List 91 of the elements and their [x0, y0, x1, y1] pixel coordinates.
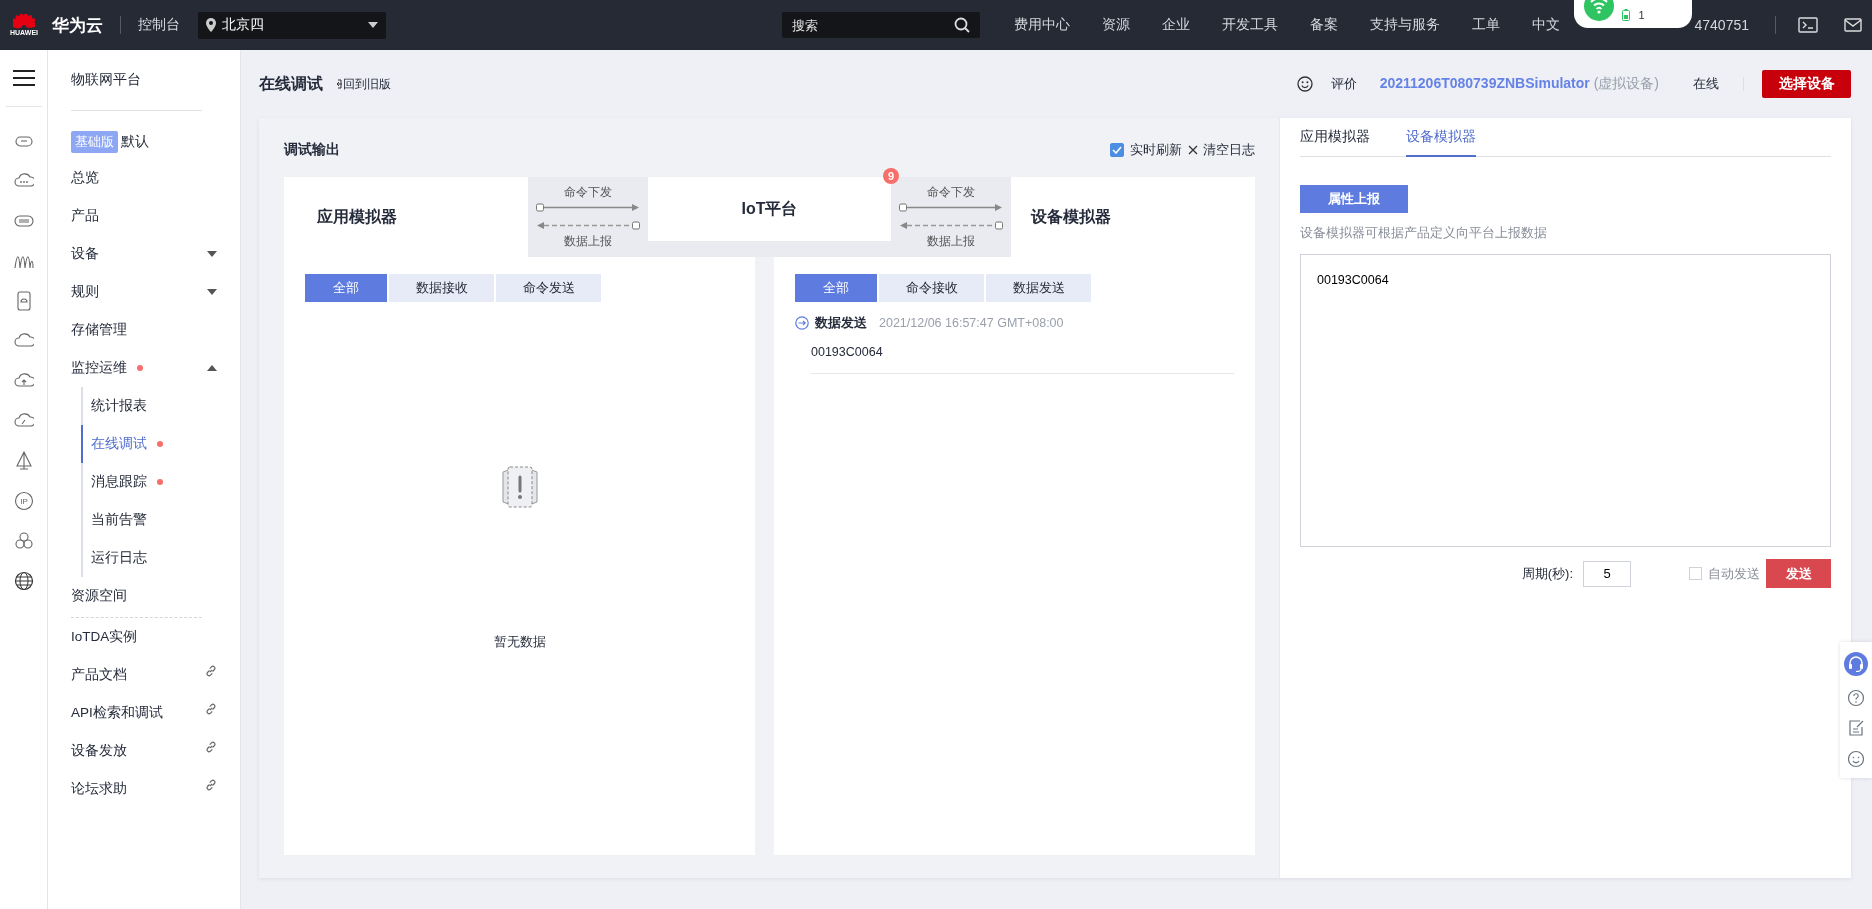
filter-tab[interactable]: 命令发送 [496, 274, 601, 302]
rating-link[interactable]: 评价 [1330, 75, 1357, 93]
nav-subitem[interactable]: 运行日志 [81, 539, 147, 577]
link-icon [205, 779, 217, 791]
nav-item[interactable]: API检索和调试 [71, 694, 240, 732]
battery-icon [1622, 9, 1631, 21]
menu-icon[interactable] [12, 69, 35, 87]
message-type: 数据发送 [815, 314, 867, 332]
select-device-button[interactable]: 选择设备 [1762, 70, 1851, 98]
app-simulator-label: 应用模拟器 [317, 206, 397, 227]
location-pin-icon [206, 18, 216, 32]
caret-icon [368, 22, 378, 28]
nav-subitem[interactable]: 当前告警 [81, 501, 147, 539]
smile-icon[interactable] [1847, 749, 1865, 768]
circles-icon[interactable] [13, 531, 34, 551]
filter-tab[interactable]: 数据接收 [389, 274, 494, 302]
platform-label: IoT平台 [741, 198, 798, 219]
console-link[interactable]: 控制台 [138, 16, 180, 34]
section-title: 调试输出 [284, 140, 340, 159]
link-icon [205, 703, 217, 715]
nav-link[interactable]: 开发工具 [1222, 16, 1279, 34]
nav-link[interactable]: 备案 [1310, 16, 1339, 34]
message-body: 00193C0064 [811, 345, 1234, 374]
period-label: 周期(秒): [1521, 564, 1573, 583]
empty-message: 暂无数据 [493, 633, 546, 651]
clear-log-button[interactable]: 清空日志 [1188, 140, 1255, 159]
ip-icon[interactable]: IP [13, 491, 34, 511]
nav-item[interactable]: 规则 [71, 273, 240, 311]
sidebar-title: 物联网平台 [71, 70, 142, 89]
help-icon[interactable] [1847, 688, 1865, 707]
nav-item[interactable]: 总览 [71, 159, 240, 197]
check-icon [1112, 145, 1122, 154]
filter-tab[interactable]: 数据发送 [986, 274, 1091, 302]
nav-item[interactable]: 设备 [71, 235, 240, 273]
nav-link[interactable]: 资源 [1102, 16, 1131, 34]
nav-link[interactable]: 工单 [1472, 16, 1501, 34]
device-status: 在线 [1693, 75, 1719, 93]
realtime-checkbox[interactable]: 实时刷新 [1110, 140, 1182, 159]
mail-icon[interactable] [1844, 18, 1862, 32]
sail-icon[interactable] [13, 451, 34, 471]
close-icon [1188, 144, 1198, 155]
nav-item[interactable]: 资源空间 [71, 577, 240, 615]
filter-tab[interactable]: 全部 [305, 274, 387, 302]
edition-badge: 基础版 [71, 131, 118, 153]
logo-icon [13, 13, 35, 29]
nav-item[interactable]: 产品 [71, 197, 240, 235]
payload-field[interactable]: 00193C0064 [1300, 254, 1831, 547]
terminal-icon[interactable] [1798, 17, 1818, 33]
link-icon [205, 741, 217, 753]
nav-item[interactable]: IoTDA实例 [71, 618, 240, 656]
panel-tab[interactable]: 设备模拟器 [1406, 118, 1476, 157]
region-select[interactable]: 北京四 [198, 11, 386, 39]
nav-link[interactable]: 支持与服务 [1370, 16, 1441, 34]
nav-subitem[interactable]: 在线调试 [81, 425, 163, 463]
search-field[interactable]: 搜索 [782, 12, 981, 38]
send-button[interactable]: 发送 [1766, 559, 1831, 588]
nav-item[interactable]: 设备发放 [71, 732, 240, 770]
nav-subitem[interactable]: 消息跟踪 [81, 463, 163, 501]
hint-text: 设备模拟器可根据产品定义向平台上报数据 [1300, 225, 1548, 242]
headset-icon[interactable] [1844, 652, 1868, 677]
property-report-button[interactable]: 属性上报 [1300, 185, 1408, 213]
edition-label: 默认 [121, 133, 149, 151]
period-field[interactable]: 5 [1583, 560, 1631, 587]
device-simulator-label: 设备模拟器 [1031, 206, 1111, 227]
link-icon [205, 665, 217, 677]
filter-tab[interactable]: 全部 [795, 274, 877, 302]
account-name[interactable]: 4740751 [1694, 17, 1749, 33]
arrow-circle-icon [795, 316, 809, 330]
nav-item[interactable]: 监控运维 [71, 349, 240, 387]
link-label: 数据上报 [564, 233, 612, 250]
message-time: 2021/12/06 16:57:47 GMT+08:00 [879, 316, 1064, 330]
nav-subitem[interactable]: 统计报表 [81, 387, 147, 425]
nav-item[interactable]: 产品文档 [71, 656, 240, 694]
popup-count: 1 [1638, 9, 1645, 21]
link-label: 命令下发 [927, 184, 975, 201]
link-label: 命令下发 [564, 184, 612, 201]
nav-link[interactable]: 费用中心 [1014, 16, 1071, 34]
page-title: 在线调试 [259, 73, 323, 94]
filter-tab[interactable]: 命令接收 [879, 274, 984, 302]
nav-link[interactable]: 企业 [1162, 16, 1191, 34]
nav-item[interactable]: 存储管理 [71, 311, 240, 349]
edit-icon[interactable] [1847, 719, 1865, 738]
panel-tab[interactable]: 应用模拟器 [1300, 118, 1370, 157]
nav-link[interactable]: 中文 [1532, 16, 1561, 34]
brand-name: 华为云 [52, 14, 103, 37]
link-label: 数据上报 [927, 233, 975, 250]
smile-icon[interactable] [1296, 76, 1313, 92]
globe-icon[interactable] [13, 571, 34, 591]
count-badge: 9 [883, 168, 899, 184]
nav-item[interactable]: 论坛求助 [71, 770, 240, 808]
back-link[interactable]: 回到旧版 [333, 75, 391, 93]
